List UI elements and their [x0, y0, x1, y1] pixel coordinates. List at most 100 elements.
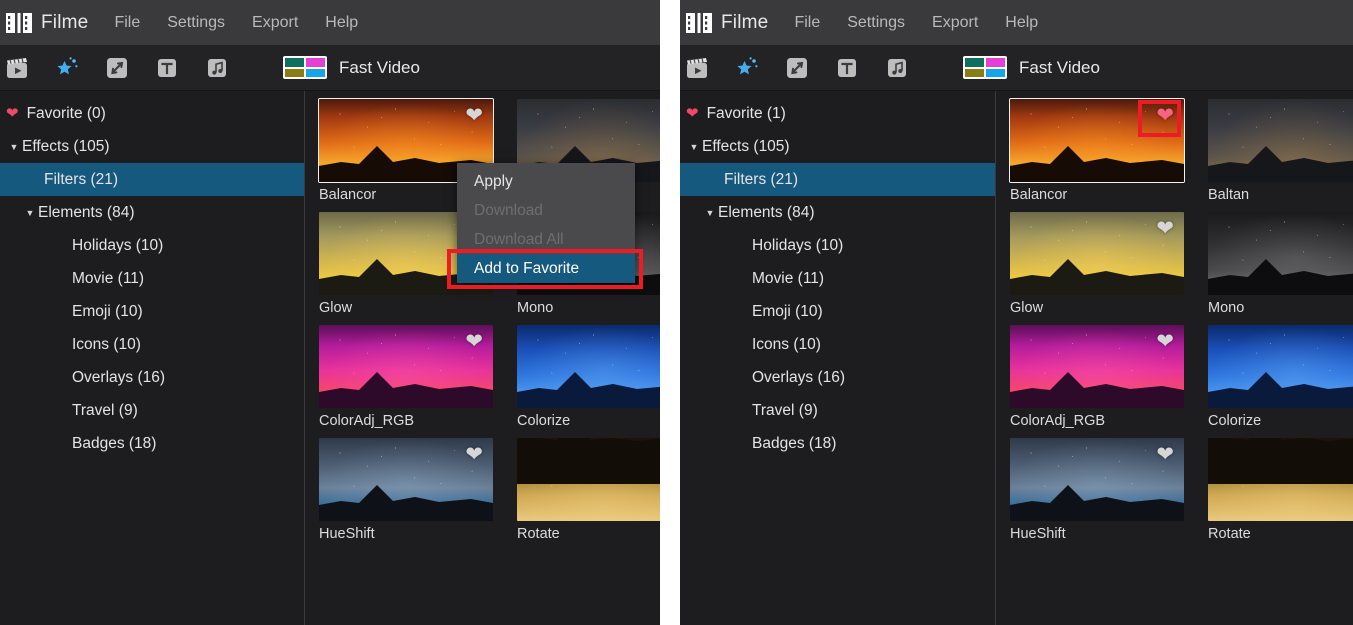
favorite-heart-icon[interactable]: ❤: [1156, 444, 1174, 465]
sidebar-item-effects[interactable]: ▼ Effects (105): [680, 130, 995, 163]
menu-item-file[interactable]: File: [114, 14, 140, 32]
context-menu[interactable]: Apply Download Download All Add to Favor…: [447, 163, 643, 289]
screenshot-stage: Filme File Settings Export Help Fast Vid…: [0, 0, 1353, 625]
effect-card[interactable]: ❤ ColorAdj_RGB: [319, 325, 493, 429]
sidebar-item-elements[interactable]: ▼ Elements (84): [0, 196, 304, 229]
effect-thumbnail[interactable]: ❤: [1208, 212, 1353, 295]
music-note-icon[interactable]: [884, 55, 910, 81]
media-icon[interactable]: [4, 55, 30, 81]
transition-icon[interactable]: [784, 55, 810, 81]
effect-label: Balancor: [1010, 187, 1068, 203]
chevron-down-icon[interactable]: ▼: [6, 142, 22, 152]
menu-bar: Filme File Settings Export Help: [680, 0, 1353, 45]
chevron-down-icon[interactable]: ▼: [702, 208, 718, 218]
effect-thumbnail[interactable]: ❤: [517, 325, 660, 408]
sidebar-item-filters[interactable]: Filters (21): [680, 163, 995, 196]
sidebar-item-movie[interactable]: Movie (11): [0, 262, 304, 295]
effect-thumbnail[interactable]: ❤: [1208, 438, 1353, 521]
sidebar-item-holidays[interactable]: Holidays (10): [680, 229, 995, 262]
body-split: ❤ Favorite (0) ▼ Effects (105) Filters (…: [0, 91, 660, 625]
sidebar-item-movie[interactable]: Movie (11): [680, 262, 995, 295]
menu-item-help[interactable]: Help: [325, 14, 358, 32]
fast-video-button[interactable]: Fast Video: [283, 56, 420, 79]
text-icon[interactable]: [154, 55, 180, 81]
effects-icon[interactable]: [734, 55, 760, 81]
sidebar-item-label: Favorite (0): [26, 104, 106, 122]
effects-icon[interactable]: [54, 55, 80, 81]
favorite-heart-icon[interactable]: ❤: [1156, 105, 1174, 126]
sidebar-item-badges[interactable]: Badges (18): [680, 427, 995, 460]
sidebar-item-label: Overlays (16): [752, 368, 846, 386]
effect-thumbnail[interactable]: ❤: [1010, 438, 1184, 521]
sidebar-item-emoji[interactable]: Emoji (10): [680, 295, 995, 328]
chevron-down-icon[interactable]: ▼: [686, 142, 702, 152]
sidebar-item-filters[interactable]: Filters (21): [0, 163, 304, 196]
menu-item-export[interactable]: Export: [252, 14, 298, 32]
effect-label: Mono: [1208, 300, 1245, 316]
sidebar-item-icons[interactable]: Icons (10): [680, 328, 995, 361]
effect-thumbnail[interactable]: ❤: [1208, 99, 1353, 182]
effect-thumbnail[interactable]: ❤: [517, 438, 660, 521]
effect-card[interactable]: ❤ Balancor: [1009, 98, 1185, 203]
effect-card[interactable]: ❤ Mono: [1208, 212, 1353, 316]
effect-thumbnail[interactable]: ❤: [1009, 98, 1185, 183]
fast-video-label: Fast Video: [339, 57, 420, 77]
effect-label: Baltan: [1208, 187, 1250, 203]
sidebar-item-overlays[interactable]: Overlays (16): [0, 361, 304, 394]
sidebar-item-elements[interactable]: ▼ Elements (84): [680, 196, 995, 229]
transition-icon[interactable]: [104, 55, 130, 81]
effect-label: HueShift: [1010, 526, 1066, 542]
effect-card[interactable]: ❤ Colorize: [1208, 325, 1353, 429]
effect-card[interactable]: ❤ Glow: [1010, 212, 1184, 316]
effect-card[interactable]: ❤ Colorize: [517, 325, 660, 429]
music-note-icon[interactable]: [204, 55, 230, 81]
sidebar-item-emoji[interactable]: Emoji (10): [0, 295, 304, 328]
menu-item-file[interactable]: File: [794, 14, 820, 32]
effect-thumbnail[interactable]: ❤: [1208, 325, 1353, 408]
text-icon[interactable]: [834, 55, 860, 81]
film-strip-icon: [6, 12, 32, 34]
thumbnail-mountain: [1208, 438, 1353, 484]
sidebar-item-travel[interactable]: Travel (9): [680, 394, 995, 427]
sidebar-item-effects[interactable]: ▼ Effects (105): [0, 130, 304, 163]
effect-label: Rotate: [1208, 526, 1251, 542]
effect-card[interactable]: ❤ Rotate: [1208, 438, 1353, 542]
body-split: ❤ Favorite (1) ▼ Effects (105) Filters (…: [680, 91, 1353, 625]
effects-sidebar: ❤ Favorite (1) ▼ Effects (105) Filters (…: [680, 91, 995, 625]
context-menu-item-apply[interactable]: Apply: [457, 167, 635, 196]
menu-item-export[interactable]: Export: [932, 14, 978, 32]
fast-video-button[interactable]: Fast Video: [963, 56, 1100, 79]
effects-sidebar: ❤ Favorite (0) ▼ Effects (105) Filters (…: [0, 91, 304, 625]
media-icon[interactable]: [684, 55, 710, 81]
menu-item-help[interactable]: Help: [1005, 14, 1038, 32]
effect-card[interactable]: ❤ HueShift: [319, 438, 493, 542]
effect-card[interactable]: ❤ ColorAdj_RGB: [1010, 325, 1184, 429]
tool-bar: Fast Video: [680, 45, 1353, 91]
sidebar-item-icons[interactable]: Icons (10): [0, 328, 304, 361]
favorite-heart-icon[interactable]: ❤: [1156, 331, 1174, 352]
sidebar-item-label: Elements (84): [38, 203, 135, 221]
effect-thumbnail[interactable]: ❤: [319, 325, 493, 408]
effect-thumbnail[interactable]: ❤: [1010, 212, 1184, 295]
context-menu-item-add-to-favorite[interactable]: Add to Favorite: [457, 254, 635, 283]
sidebar-item-holidays[interactable]: Holidays (10): [0, 229, 304, 262]
effect-thumbnail[interactable]: ❤: [1010, 325, 1184, 408]
menu-item-settings[interactable]: Settings: [167, 14, 225, 32]
sidebar-item-favorite[interactable]: ❤ Favorite (1): [680, 97, 995, 130]
sidebar-item-badges[interactable]: Badges (18): [0, 427, 304, 460]
sidebar-item-overlays[interactable]: Overlays (16): [680, 361, 995, 394]
sidebar-item-travel[interactable]: Travel (9): [0, 394, 304, 427]
sidebar-item-favorite[interactable]: ❤ Favorite (0): [0, 97, 304, 130]
menu-item-settings[interactable]: Settings: [847, 14, 905, 32]
favorite-heart-icon[interactable]: ❤: [1156, 218, 1174, 239]
chevron-down-icon[interactable]: ▼: [22, 208, 38, 218]
effect-label: Colorize: [517, 413, 571, 429]
favorite-heart-icon[interactable]: ❤: [465, 105, 483, 126]
favorite-heart-icon[interactable]: ❤: [465, 331, 483, 352]
effect-card[interactable]: ❤ HueShift: [1010, 438, 1184, 542]
effect-card[interactable]: ❤ Baltan: [1208, 99, 1353, 203]
effect-thumbnail[interactable]: ❤: [319, 438, 493, 521]
sidebar-item-label: Emoji (10): [72, 302, 143, 320]
favorite-heart-icon[interactable]: ❤: [465, 444, 483, 465]
effect-card[interactable]: ❤ Rotate: [517, 438, 660, 542]
